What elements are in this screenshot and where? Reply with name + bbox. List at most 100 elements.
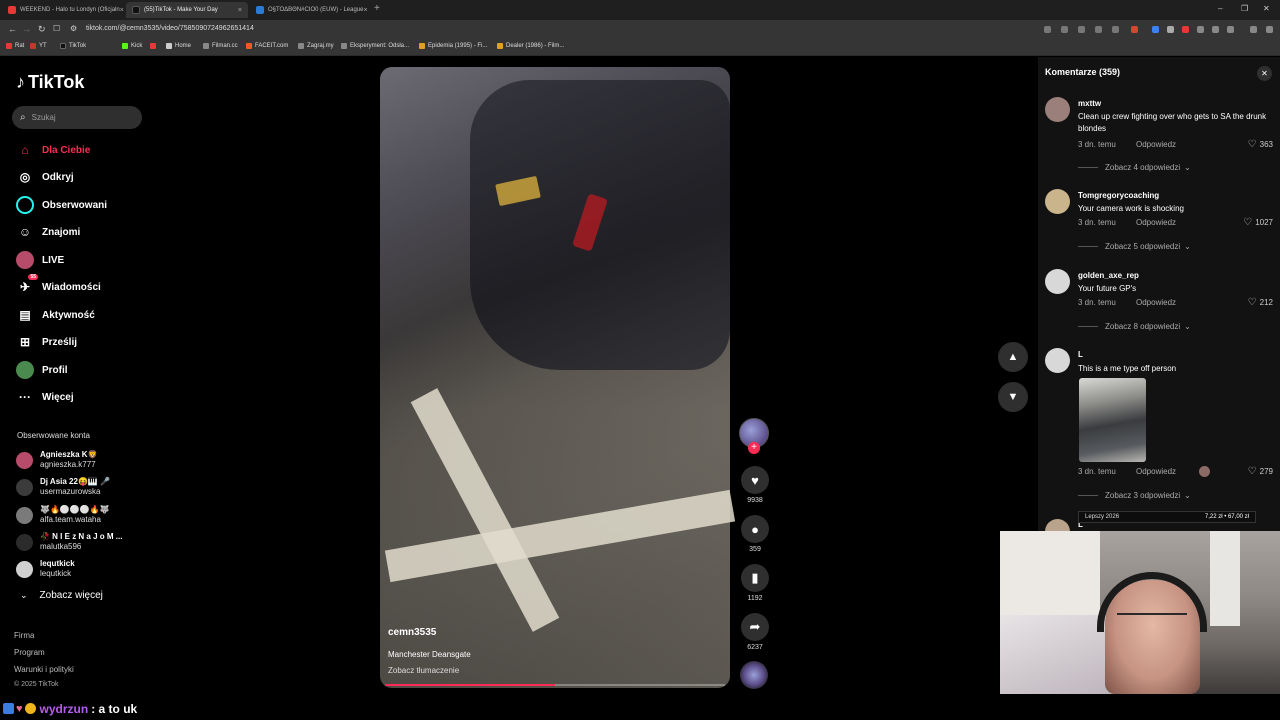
minimize-icon[interactable]: – (1218, 4, 1222, 13)
extension-icon[interactable] (1044, 26, 1051, 33)
comment-avatar[interactable] (1045, 97, 1070, 122)
link-icon[interactable] (1227, 26, 1234, 33)
comment-like-button[interactable]: ♡ 363 (1248, 139, 1273, 150)
view-replies-label: Zobacz 5 odpowiedzi (1105, 242, 1181, 251)
bookmark-item[interactable]: Dealer (1986) - Film... (497, 43, 564, 49)
nav-label: Aktywność (42, 309, 95, 321)
see-more-button[interactable]: ⌄ Zobacz więcej (20, 590, 103, 601)
close-tab-icon[interactable]: × (238, 7, 242, 14)
close-tab-icon[interactable]: × (363, 7, 367, 14)
close-comments-button[interactable]: ✕ (1257, 66, 1272, 81)
reply-button[interactable]: Odpowiedz (1136, 218, 1176, 227)
media-icon[interactable] (1250, 26, 1257, 33)
bookmark-item[interactable] (150, 43, 159, 49)
reply-button[interactable]: Odpowiedz (1136, 140, 1176, 149)
followed-account[interactable]: 🐺🔥⚪⚪⚪🔥🐺 alfa.team.wataha (16, 504, 110, 526)
zoom-icon[interactable] (1095, 26, 1102, 33)
comment-image[interactable] (1079, 378, 1146, 462)
comment-username[interactable]: mxttw (1078, 99, 1101, 108)
share-icon[interactable] (1112, 26, 1119, 33)
brave-shield-icon[interactable] (1131, 26, 1138, 33)
reply-button[interactable]: Odpowiedz (1136, 298, 1176, 307)
comment-like-button[interactable]: ♡ 212 (1248, 297, 1273, 308)
comment-like-button[interactable]: ♡ 1027 (1243, 217, 1273, 228)
bookmark-icon[interactable]: ☐ (53, 24, 60, 33)
back-icon[interactable]: ← (8, 24, 17, 34)
followed-account[interactable]: lequtkick lequtkick (16, 558, 75, 580)
reply-button[interactable]: Odpowiedz (1136, 467, 1176, 476)
follow-plus-icon[interactable]: + (748, 442, 760, 454)
nav-item-profile[interactable]: Profil (16, 360, 68, 380)
tiktok-logo[interactable]: ♪ TikTok (16, 72, 84, 93)
bookmark-item[interactable]: Filman.cc (203, 43, 238, 49)
comment-like-button[interactable]: ♡ 279 (1248, 466, 1273, 477)
extension-icon[interactable] (1061, 26, 1068, 33)
search-box[interactable]: ⌕ (12, 106, 142, 129)
forward-icon[interactable]: → (22, 24, 31, 34)
view-replies-button[interactable]: Zobacz 3 odpowiedzi ⌄ (1078, 491, 1191, 500)
comment-avatar[interactable] (1045, 189, 1070, 214)
search-input[interactable] (31, 113, 122, 122)
view-replies-button[interactable]: Zobacz 5 odpowiedzi ⌄ (1078, 242, 1191, 251)
nav-item-messages[interactable]: ✈ 55 Wiadomości (16, 274, 101, 297)
new-tab-icon[interactable]: + (374, 3, 380, 14)
menu-icon[interactable] (1266, 26, 1273, 33)
bookmark-item[interactable]: Rat (6, 43, 24, 49)
footer-link-company[interactable]: Firma (14, 631, 34, 640)
bookmark-item[interactable]: Kick (122, 43, 142, 49)
view-replies-button[interactable]: Zobacz 4 odpowiedzi ⌄ (1078, 163, 1191, 172)
translate-link[interactable]: Zobacz tłumaczenie (388, 666, 459, 675)
next-video-button[interactable]: ▼ (998, 382, 1028, 412)
footer-link-terms[interactable]: Warunki i polityki (14, 665, 74, 674)
browser-tab-active[interactable]: (55)TikTok - Make Your Day × (126, 2, 248, 18)
nav-item-upload[interactable]: ⊞ Prześlij (16, 332, 77, 352)
upload-icon: ⊞ (19, 335, 31, 349)
maximize-icon[interactable]: ❐ (1241, 4, 1248, 13)
footer-link-program[interactable]: Program (14, 648, 45, 657)
bookmark-item[interactable]: Home (166, 43, 191, 49)
followed-account[interactable]: Dj Asia 22😝🎹 🎤 usermazurowska (16, 476, 110, 498)
share-button[interactable]: ➦ 6237 (740, 613, 770, 651)
extension-icon[interactable] (1182, 26, 1189, 33)
followed-account[interactable]: 🥀 N I E z N a J o M ... malutka596 (16, 531, 122, 553)
comment-avatar[interactable] (1045, 269, 1070, 294)
nav-item-for-you[interactable]: ⌂ Dla Ciebie (16, 140, 90, 160)
view-replies-button[interactable]: Zobacz 8 odpowiedzi ⌄ (1078, 322, 1191, 331)
save-button[interactable]: ▮ 1192 (740, 564, 770, 602)
account-name: 🐺🔥⚪⚪⚪🔥🐺 (40, 505, 110, 514)
bookmark-item[interactable]: Eksperyment: Odsła... (341, 43, 409, 49)
download-icon[interactable] (1212, 26, 1219, 33)
site-info-icon[interactable]: ⚙ (70, 24, 77, 33)
comment-avatar[interactable] (1045, 348, 1070, 373)
comment-username[interactable]: Tomgregorycoaching (1078, 191, 1159, 200)
browser-tab[interactable]: WEEKEND - Halo tu Londyn (Oficjaln × (2, 2, 124, 18)
music-disc-icon[interactable] (740, 661, 768, 689)
nav-item-following[interactable]: Obserwowani (16, 195, 107, 215)
extension-icon[interactable] (1197, 26, 1204, 33)
extension-icon[interactable] (1078, 26, 1085, 33)
close-window-icon[interactable]: ✕ (1263, 4, 1270, 13)
comment-username[interactable]: golden_axe_rep (1078, 271, 1139, 280)
bookmark-item[interactable]: Epidemia (1995) - Fi... (419, 43, 487, 49)
nav-item-live[interactable]: LIVE (16, 250, 64, 270)
reload-icon[interactable]: ↻ (38, 24, 46, 35)
extension-icon[interactable] (1167, 26, 1174, 33)
close-tab-icon[interactable]: × (120, 7, 124, 14)
previous-video-button[interactable]: ▲ (998, 342, 1028, 372)
bookmark-item[interactable]: FACEIT.com (246, 43, 288, 49)
nav-item-activity[interactable]: ▤ Aktywność (16, 305, 95, 325)
nav-item-explore[interactable]: ◎ Odkryj (16, 167, 74, 187)
extension-icon[interactable] (1152, 26, 1159, 33)
followed-account[interactable]: Agnieszka K🦁 agnieszka.k777 (16, 449, 98, 471)
nav-item-more[interactable]: ··· Więcej (16, 387, 74, 407)
nav-item-friends[interactable]: ☺ Znajomi (16, 222, 80, 242)
bookmark-item[interactable]: YT (30, 43, 47, 49)
bookmark-item[interactable]: Zagraj.my (298, 43, 334, 49)
url-field[interactable]: tiktok.com/@cemn3535/video/7585090724962… (86, 25, 254, 32)
video-author[interactable]: cemn3535 (388, 627, 436, 638)
like-button[interactable]: ♥ 9938 (740, 466, 770, 504)
comment-username[interactable]: L (1078, 350, 1083, 359)
comment-button[interactable]: ● 359 (740, 515, 770, 553)
bookmark-item[interactable]: TikTok (60, 43, 86, 49)
browser-tab[interactable]: Ο§ΤΟΔΒΘΝ#CIO0 (EUW) - League × (250, 2, 372, 18)
